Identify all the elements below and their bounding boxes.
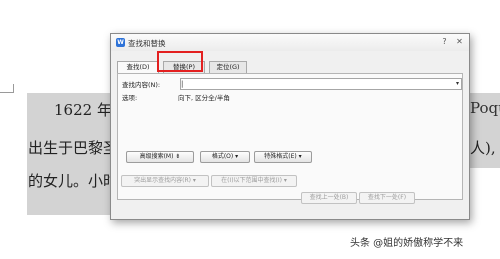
annotation-highlight-box — [157, 51, 203, 72]
advanced-search-button[interactable]: 高级搜索(M) ⇟ — [126, 151, 194, 163]
dialog-titlebar[interactable]: W 查找和替换 ? ✕ — [111, 34, 469, 51]
find-next-button[interactable]: 查找下一处(F) — [359, 192, 415, 204]
dialog-title: 查找和替换 — [128, 39, 166, 48]
margin-mark — [0, 92, 14, 93]
options-label: 选项: — [122, 94, 138, 102]
format-button[interactable]: 格式(O) ▾ — [200, 151, 250, 163]
find-label: 查找内容(N): — [122, 81, 161, 89]
document-line-1: 1622 年 — [54, 101, 112, 119]
find-panel: 查找内容(N): | ▾ 选项: 向下, 区分全/半角 高级搜索(M) ⇟ 格式… — [117, 73, 463, 204]
find-input[interactable]: | ▾ — [180, 78, 462, 90]
wps-writer-icon: W — [116, 38, 125, 47]
find-previous-button[interactable]: 查找上一处(B) — [301, 192, 357, 204]
watermark-text: 头条 @姐的娇傲称学不来 — [350, 238, 464, 249]
margin-mark — [13, 84, 14, 93]
document-line-3: 的女儿。小时 — [28, 172, 119, 190]
text-cursor: | — [181, 80, 184, 88]
highlight-all-button[interactable]: 突出显示查找内容(R) ▾ — [121, 175, 209, 187]
chevron-down-icon[interactable]: ▾ — [456, 79, 459, 89]
document-line-2: 出生于巴黎圣 — [28, 139, 119, 157]
help-icon[interactable]: ? — [439, 37, 450, 47]
close-icon[interactable]: ✕ — [454, 37, 465, 47]
special-format-button[interactable]: 特殊格式(E) ▾ — [254, 151, 312, 163]
options-value: 向下, 区分全/半角 — [178, 94, 230, 102]
tab-goto[interactable]: 定位(G) — [209, 61, 247, 73]
document-line-1-right: Poque — [470, 99, 500, 117]
find-in-button[interactable]: 在(I)以下范围中查找(I) ▾ — [211, 175, 297, 187]
document-line-2-right: 人), — [470, 139, 496, 157]
